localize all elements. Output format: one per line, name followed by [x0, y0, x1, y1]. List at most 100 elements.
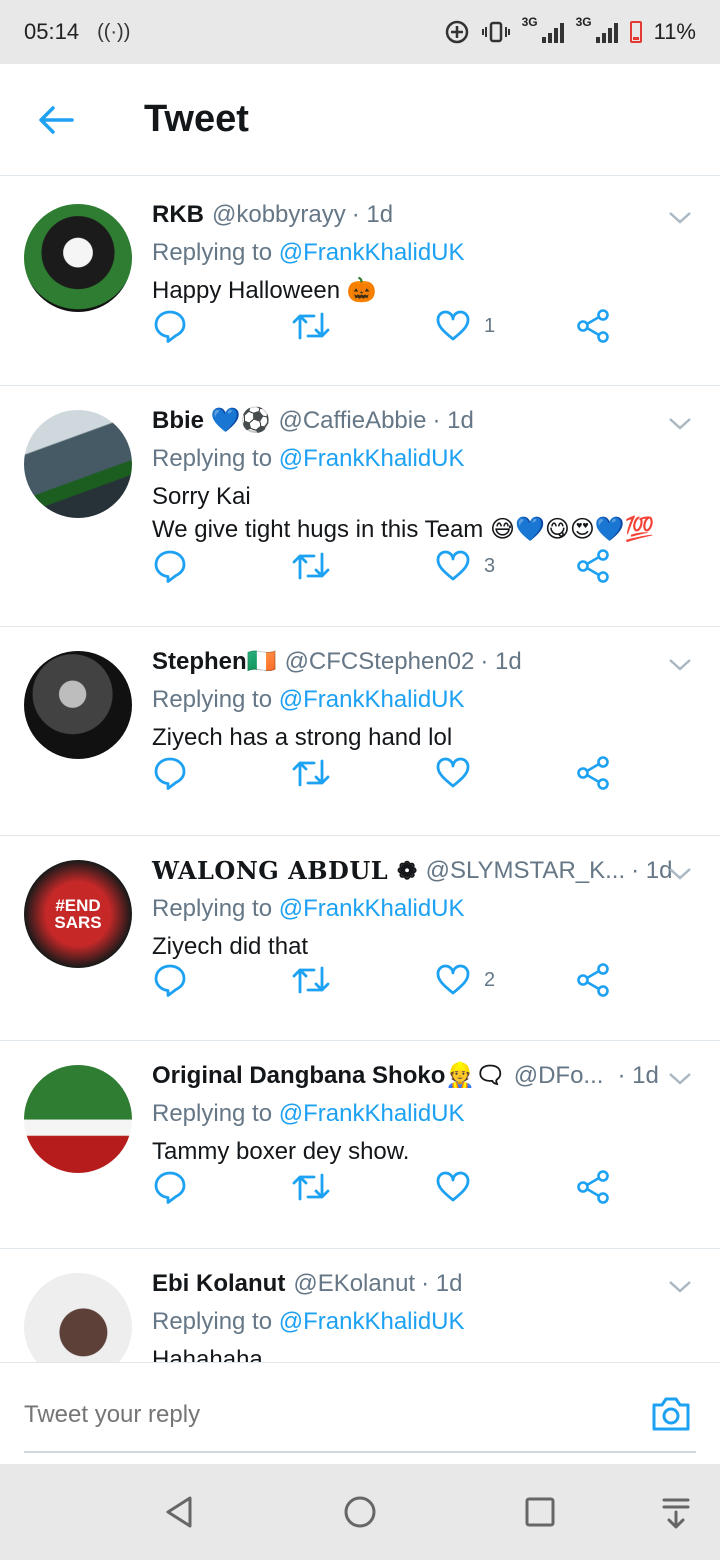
- avatar[interactable]: [24, 651, 132, 759]
- mention-link[interactable]: @FrankKhalidUK: [279, 239, 465, 266]
- camera-icon[interactable]: [650, 1393, 692, 1435]
- home-circle-icon[interactable]: [340, 1492, 380, 1532]
- avatar[interactable]: #END SARS: [24, 860, 132, 968]
- reply-button[interactable]: [152, 755, 188, 791]
- avatar-text: #END: [55, 896, 101, 915]
- chevron-down-icon[interactable]: [668, 862, 692, 886]
- like-count: 1: [484, 314, 496, 337]
- chevron-down-icon[interactable]: [668, 412, 692, 436]
- avatar[interactable]: [24, 1065, 132, 1173]
- author-name[interactable]: Stephen🇮🇪: [152, 647, 277, 677]
- share-button[interactable]: [576, 756, 610, 790]
- reply-icon: [154, 310, 186, 343]
- mention-link[interactable]: @FrankKhalidUK: [279, 445, 465, 472]
- share-button[interactable]: [576, 1170, 610, 1204]
- share-icon: [577, 1170, 609, 1204]
- replying-to: Replying to @FrankKhalidUK: [152, 1100, 465, 1127]
- hotspot-icon: ((·)): [97, 20, 131, 43]
- author-name[interactable]: Bbie 💙⚽: [152, 406, 270, 436]
- author-handle[interactable]: @SLYMSTAR_K...: [426, 856, 626, 886]
- chevron-down-icon[interactable]: [668, 206, 692, 230]
- chevron-down-icon[interactable]: [668, 653, 692, 677]
- reply-button[interactable]: [152, 308, 188, 344]
- avatar[interactable]: [24, 1273, 132, 1362]
- tweet-time: · 1d: [617, 1062, 659, 1089]
- reply-feed[interactable]: RKB @kobbyrayy · 1d Replying to @FrankKhal…: [0, 180, 720, 1362]
- author-handle[interactable]: @CFCStephen02: [285, 647, 475, 677]
- tweet-text: Ziyech did that: [152, 933, 309, 960]
- notification-pulldown-icon[interactable]: [656, 1492, 696, 1532]
- share-icon: [577, 549, 609, 583]
- arrow-left-icon: [39, 105, 74, 134]
- reply-tweet[interactable]: RKB @kobbyrayy · 1d Replying to @FrankKhal…: [0, 180, 720, 386]
- battery-icon: [629, 21, 642, 43]
- replying-to: Replying to @FrankKhalidUK: [152, 895, 465, 922]
- share-button[interactable]: [576, 309, 610, 343]
- reply-button[interactable]: [152, 962, 188, 998]
- reply-input[interactable]: [24, 1385, 544, 1445]
- battery-percent: 11%: [653, 19, 696, 44]
- share-button[interactable]: [576, 549, 610, 583]
- replying-to: Replying to @FrankKhalidUK: [152, 686, 465, 713]
- author-handle[interactable]: @EKolanut: [293, 1269, 415, 1299]
- author-name[interactable]: WALONG ABDUL ❁: [152, 856, 418, 886]
- reply-button[interactable]: [152, 1169, 188, 1205]
- retweet-icon: [292, 312, 330, 340]
- reply-tweet[interactable]: Bbie 💙⚽ @CaffieAbbie · 1d Replying to @Fra…: [0, 386, 720, 627]
- share-icon: [577, 309, 609, 343]
- system-nav-bar: [0, 1464, 720, 1560]
- reply-tweet[interactable]: Original Dangbana Shoko👷🗨 @DFo... · 1d Rep…: [0, 1041, 720, 1249]
- retweet-button[interactable]: [292, 550, 330, 582]
- page-title: Tweet: [144, 98, 249, 140]
- retweet-icon: [292, 1173, 330, 1201]
- chevron-down-icon[interactable]: [668, 1067, 692, 1091]
- back-button[interactable]: [36, 100, 76, 140]
- author-handle[interactable]: @CaffieAbbie: [278, 406, 426, 436]
- retweet-button[interactable]: [292, 757, 330, 789]
- author-name[interactable]: RKB: [152, 200, 204, 230]
- mention-link[interactable]: @FrankKhalidUK: [279, 1308, 465, 1335]
- tweet-time: · 1d: [480, 648, 522, 675]
- like-button[interactable]: [436, 1171, 484, 1203]
- tweet-text: Sorry Kai We give tight hugs in this Tea…: [152, 483, 655, 543]
- like-button[interactable]: 3: [436, 550, 495, 582]
- status-time: 05:14: [24, 19, 80, 44]
- author-name[interactable]: Original Dangbana Shoko👷🗨: [152, 1061, 506, 1091]
- avatar[interactable]: [24, 410, 132, 518]
- network-type-1: 3G: [521, 15, 538, 29]
- reply-tweet[interactable]: Ebi Kolanut @EKolanut · 1d Replying to @Fr…: [0, 1249, 720, 1362]
- avatar[interactable]: [24, 204, 132, 312]
- replying-to: Replying to @FrankKhalidUK: [152, 445, 465, 472]
- author-handle[interactable]: @DFo...: [514, 1061, 604, 1091]
- tweet-text: Tammy boxer dey show.: [152, 1138, 410, 1165]
- mention-link[interactable]: @FrankKhalidUK: [279, 686, 465, 713]
- heart-icon: [436, 550, 470, 581]
- recents-square-icon[interactable]: [520, 1492, 560, 1532]
- retweet-button[interactable]: [292, 964, 330, 996]
- tweet-text: Ziyech has a strong hand lol: [152, 724, 453, 751]
- reply-icon: [154, 1171, 186, 1204]
- retweet-button[interactable]: [292, 1171, 330, 1203]
- reply-tweet[interactable]: Stephen🇮🇪 @CFCStephen02 · 1d Replying to @…: [0, 627, 720, 836]
- retweet-icon: [292, 966, 330, 994]
- back-triangle-icon[interactable]: [160, 1492, 200, 1532]
- author-name[interactable]: Ebi Kolanut: [152, 1269, 285, 1299]
- replying-to: Replying to @FrankKhalidUK: [152, 239, 465, 266]
- mention-link[interactable]: @FrankKhalidUK: [279, 1100, 465, 1127]
- share-button[interactable]: [576, 963, 610, 997]
- replying-to: Replying to @FrankKhalidUK: [152, 1308, 465, 1335]
- like-button[interactable]: 1: [436, 310, 495, 342]
- reply-button[interactable]: [152, 548, 188, 584]
- like-button[interactable]: 2: [436, 964, 495, 996]
- tweet-time: · 1d: [631, 857, 673, 884]
- like-button[interactable]: [436, 757, 484, 789]
- reply-composer: [0, 1362, 720, 1465]
- reply-tweet[interactable]: #END SARS WALONG ABDUL ❁ @SLYMSTAR_K... · …: [0, 836, 720, 1041]
- retweet-button[interactable]: [292, 310, 330, 342]
- mention-link[interactable]: @FrankKhalidUK: [279, 895, 465, 922]
- avatar-text: SARS: [54, 913, 102, 932]
- share-icon: [577, 963, 609, 997]
- network-type-2: 3G: [575, 15, 592, 29]
- chevron-down-icon[interactable]: [668, 1275, 692, 1299]
- author-handle[interactable]: @kobbyrayy: [212, 200, 346, 230]
